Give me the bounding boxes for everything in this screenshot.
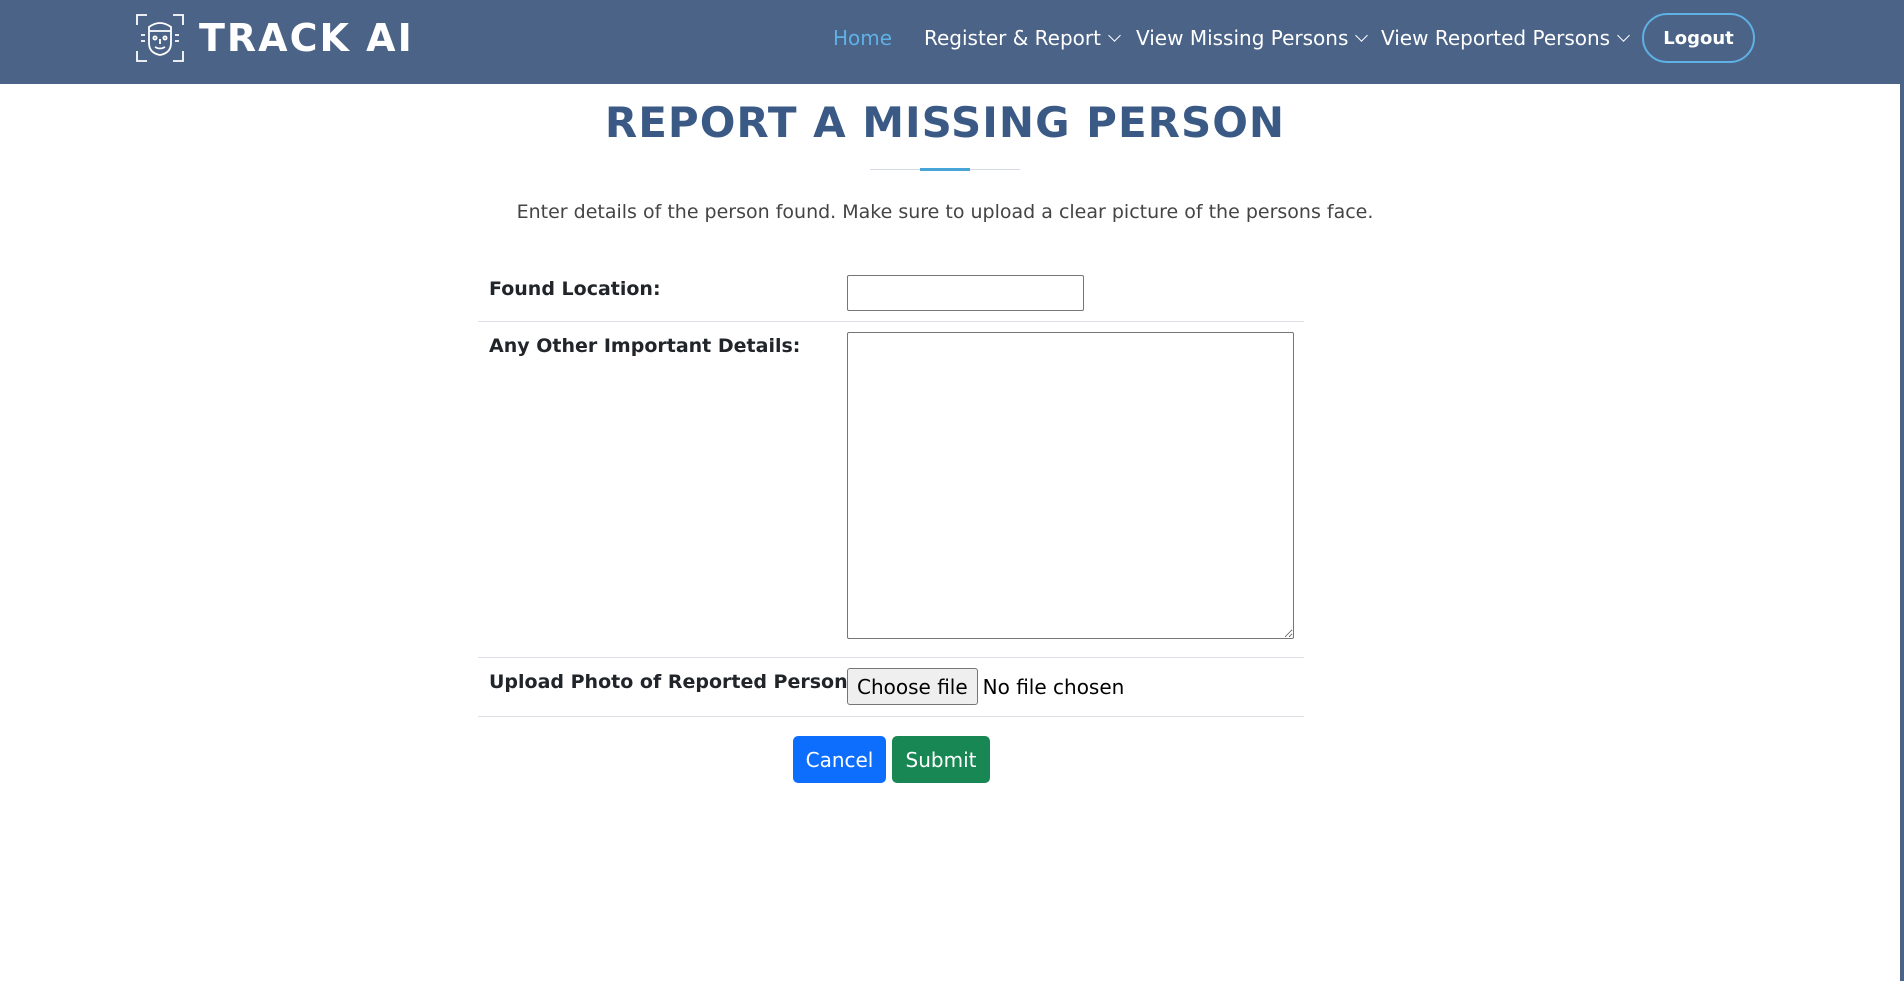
details-label: Any Other Important Details: bbox=[489, 335, 801, 357]
nav-register-report[interactable]: Register & Report bbox=[924, 23, 1121, 53]
row-divider bbox=[478, 321, 1304, 322]
row-divider bbox=[478, 657, 1304, 658]
found-location-input[interactable] bbox=[847, 275, 1084, 311]
brand-logo[interactable]: TRACK AI bbox=[135, 12, 414, 64]
page-title: REPORT A MISSING PERSON bbox=[604, 98, 1286, 147]
nav-view-reported-persons[interactable]: View Reported Persons bbox=[1381, 23, 1630, 53]
page: TRACK AI Home Register & Report View Mis… bbox=[0, 0, 1904, 981]
nav-view-missing-persons-label: View Missing Persons bbox=[1136, 26, 1349, 50]
chevron-down-icon bbox=[1617, 29, 1630, 42]
submit-button[interactable]: Submit bbox=[892, 736, 990, 783]
brand-name: TRACK AI bbox=[199, 16, 414, 60]
top-navbar: TRACK AI Home Register & Report View Mis… bbox=[0, 0, 1904, 84]
face-scan-icon bbox=[136, 14, 184, 62]
file-input[interactable]: Choose file No file chosen bbox=[847, 668, 1124, 705]
page-subtitle: Enter details of the person found. Make … bbox=[516, 201, 1374, 223]
nav-view-reported-persons-label: View Reported Persons bbox=[1381, 26, 1611, 50]
details-textarea[interactable] bbox=[847, 332, 1294, 639]
nav-home-label: Home bbox=[833, 26, 893, 50]
chevron-down-icon bbox=[1108, 29, 1121, 42]
row-divider bbox=[478, 716, 1304, 717]
nav-view-missing-persons[interactable]: View Missing Persons bbox=[1136, 23, 1369, 53]
found-location-label: Found Location: bbox=[489, 278, 661, 300]
cancel-button[interactable]: Cancel bbox=[793, 736, 886, 783]
choose-file-button[interactable]: Choose file bbox=[847, 668, 978, 705]
logout-button[interactable]: Logout bbox=[1642, 13, 1755, 63]
file-status: No file chosen bbox=[982, 674, 1125, 699]
upload-photo-label: Upload Photo of Reported Person: bbox=[489, 671, 856, 693]
scrollbar[interactable] bbox=[1900, 84, 1904, 981]
nav-home[interactable]: Home bbox=[833, 23, 892, 53]
title-divider-accent bbox=[920, 168, 970, 171]
nav-register-report-label: Register & Report bbox=[924, 26, 1101, 50]
chevron-down-icon bbox=[1355, 29, 1369, 42]
